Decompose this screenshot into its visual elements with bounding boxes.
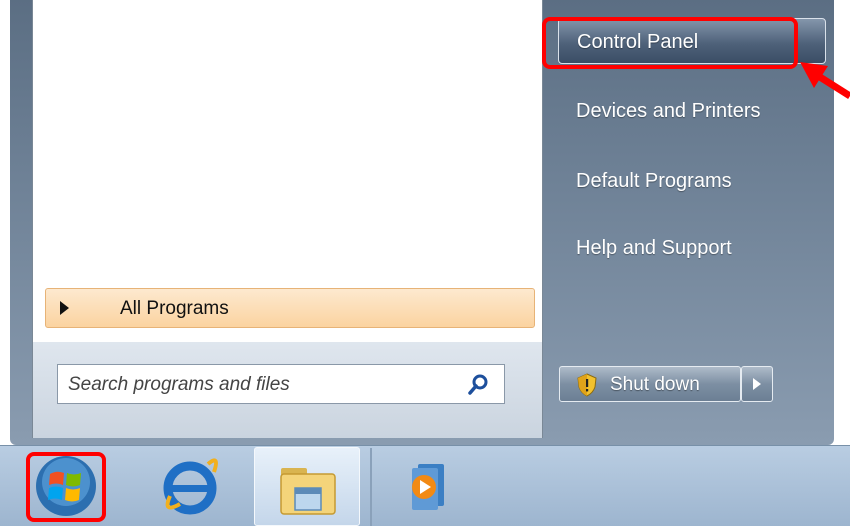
all-programs-button[interactable]: All Programs xyxy=(45,288,535,328)
devices-and-printers-label: Devices and Printers xyxy=(576,100,761,122)
windows-explorer-button[interactable] xyxy=(254,447,360,526)
triangle-right-icon xyxy=(60,301,69,315)
triangle-right-icon xyxy=(753,378,761,390)
shut-down-button[interactable]: Shut down xyxy=(559,366,741,402)
start-menu-left-pane: All Programs xyxy=(32,0,543,438)
windows-explorer-folder-icon xyxy=(280,468,336,515)
taskbar-separator xyxy=(370,448,372,526)
default-programs-label: Default Programs xyxy=(576,170,732,192)
shield-icon xyxy=(577,373,597,397)
windows-media-player-icon[interactable] xyxy=(404,460,448,512)
taskbar xyxy=(0,445,850,526)
search-area xyxy=(33,342,542,438)
help-and-support-item[interactable]: Help and Support xyxy=(558,225,826,271)
shut-down-options-button[interactable] xyxy=(741,366,773,402)
help-and-support-label: Help and Support xyxy=(576,237,732,259)
devices-and-printers-item[interactable]: Devices and Printers xyxy=(558,88,826,134)
internet-explorer-icon[interactable] xyxy=(160,454,220,518)
search-box[interactable] xyxy=(57,364,505,405)
control-panel-highlight-box xyxy=(542,17,798,69)
start-button-highlight-box xyxy=(26,452,106,522)
shut-down-label: Shut down xyxy=(610,374,700,395)
default-programs-item[interactable]: Default Programs xyxy=(558,158,826,204)
all-programs-label: All Programs xyxy=(120,298,229,319)
search-input[interactable] xyxy=(66,365,460,405)
red-arrow-icon xyxy=(800,62,850,99)
search-icon[interactable] xyxy=(466,373,490,397)
